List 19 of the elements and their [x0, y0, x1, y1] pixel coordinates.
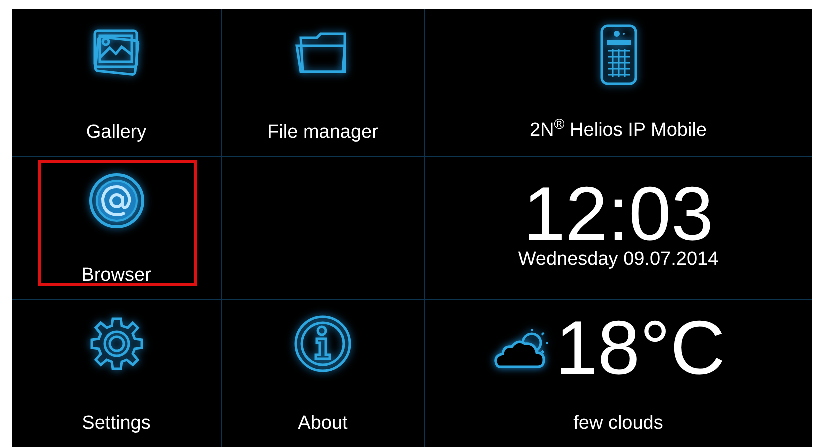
clock-date: Wednesday 09.07.2014 [518, 250, 719, 268]
weather-condition: few clouds [574, 414, 664, 433]
temperature: 18°C [556, 314, 726, 384]
app-label: Gallery [86, 123, 147, 142]
app-tile[interactable]: Browser [12, 157, 222, 300]
app-label: About [298, 414, 348, 433]
device-label: 2N$^{®}$ Helios IP Mobile [530, 121, 707, 140]
app-tile[interactable]: Settings [12, 300, 222, 447]
cloud-sun-icon [492, 327, 550, 371]
info-icon [293, 314, 353, 374]
app-label: Settings [82, 414, 151, 433]
app-tile[interactable]: Gallery [12, 9, 222, 157]
app-label: File manager [268, 123, 378, 142]
app-tile[interactable]: File manager [222, 9, 425, 157]
clock-time: 12:03 [523, 180, 714, 250]
at-sign-icon [88, 172, 146, 230]
intercom-icon [598, 23, 638, 87]
app-tile[interactable]: About [222, 300, 425, 447]
app-label: Browser [82, 266, 152, 285]
